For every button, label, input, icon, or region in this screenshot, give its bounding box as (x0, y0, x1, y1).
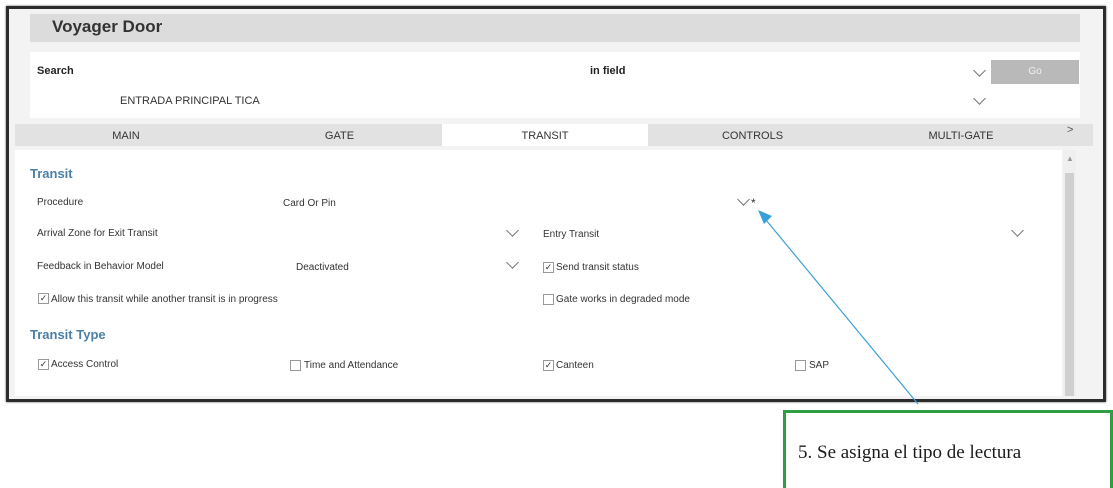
callout-text: 5. Se asigna el tipo de lectura (798, 442, 1022, 463)
annotation-callout: 5. Se asigna el tipo de lectura (783, 410, 1113, 488)
